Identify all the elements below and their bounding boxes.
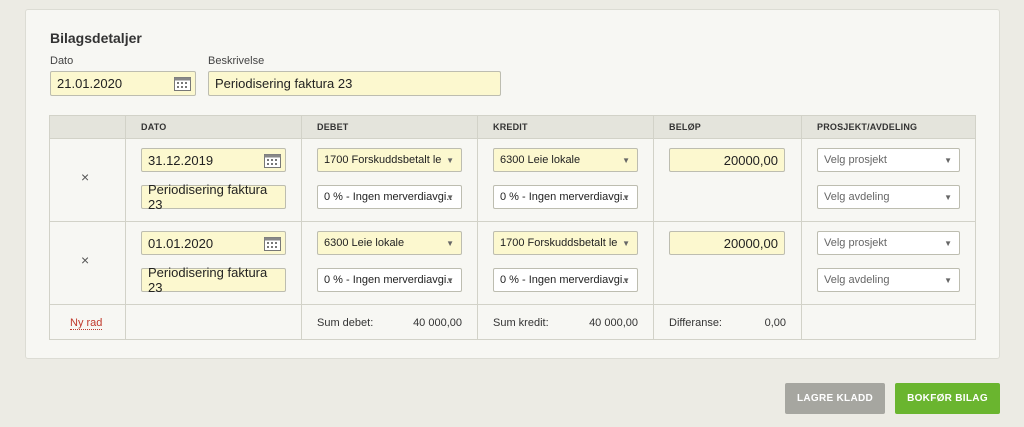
date-label: Dato	[50, 55, 74, 67]
table-header-row: DATO DEBET KREDIT BELØP PROSJEKT/AVDELIN…	[49, 115, 976, 139]
project-department-cell: Velg prosjekt ▼ Velg avdeling ▼	[801, 138, 976, 222]
debit-vat-select[interactable]: 0 % - Ingen merverdiavgi.. ▼	[317, 185, 462, 209]
calendar-icon[interactable]	[264, 153, 281, 168]
debit-vat-select[interactable]: 0 % - Ingen merverdiavgi.. ▼	[317, 268, 462, 292]
sum-credit-label: Sum kredit:	[493, 317, 549, 329]
dropdown-arrow-icon: ▼	[944, 193, 952, 202]
debit-vat-value: 0 % - Ingen merverdiavgi..	[324, 191, 453, 203]
dropdown-arrow-icon: ▼	[622, 276, 630, 285]
sum-credit-value: 40 000,00	[589, 317, 638, 329]
department-placeholder: Velg avdeling	[824, 274, 890, 286]
project-select[interactable]: Velg prosjekt ▼	[817, 231, 960, 255]
dropdown-arrow-icon: ▼	[446, 239, 454, 248]
new-row-link[interactable]: Ny rad	[70, 317, 103, 330]
remove-row-icon[interactable]: ×	[81, 252, 89, 268]
credit-account-value: 1700 Forskuddsbetalt le	[500, 237, 618, 249]
debit-account-select[interactable]: 1700 Forskuddsbetalt le ▼	[317, 148, 462, 172]
debit-cell: 6300 Leie lokale ▼ 0 % - Ingen merverdiav…	[301, 221, 478, 305]
dropdown-arrow-icon: ▼	[622, 193, 630, 202]
credit-vat-value: 0 % - Ingen merverdiavgi..	[500, 191, 629, 203]
sum-debit-value: 40 000,00	[413, 317, 462, 329]
credit-vat-select[interactable]: 0 % - Ingen merverdiavgi.. ▼	[493, 185, 638, 209]
sum-debit-label: Sum debet:	[317, 317, 374, 329]
line-date-field[interactable]: 01.01.2020	[141, 231, 286, 255]
department-select[interactable]: Velg avdeling ▼	[817, 268, 960, 292]
journal-lines-table: DATO DEBET KREDIT BELØP PROSJEKT/AVDELIN…	[49, 115, 976, 340]
amount-field[interactable]: 20000,00	[669, 148, 785, 172]
amount-cell: 20000,00	[653, 221, 802, 305]
amount-field[interactable]: 20000,00	[669, 231, 785, 255]
col-header-remove	[49, 115, 126, 139]
calendar-icon[interactable]	[174, 76, 191, 91]
line-description-field[interactable]: Periodisering faktura 23	[141, 182, 286, 212]
credit-cell: 6300 Leie lokale ▼ 0 % - Ingen merverdiav…	[477, 138, 654, 222]
debit-account-value: 6300 Leie lokale	[324, 237, 405, 249]
line-date-value: 31.12.2019	[148, 152, 214, 168]
section-title: Bilagsdetaljer	[50, 30, 142, 46]
table-footer-row: Ny rad Sum debet: 40 000,00 Sum kredit: …	[49, 304, 976, 340]
credit-account-select[interactable]: 6300 Leie lokale ▼	[493, 148, 638, 172]
department-placeholder: Velg avdeling	[824, 191, 890, 203]
date-cell: 01.01.2020 Periodisering faktura 23	[125, 221, 302, 305]
remove-cell: ×	[49, 138, 126, 222]
post-voucher-button[interactable]: BOKFØR BILAG	[895, 383, 1000, 414]
credit-account-value: 6300 Leie lokale	[500, 154, 581, 166]
remove-cell: ×	[49, 221, 126, 305]
description-value: Periodisering faktura 23	[215, 76, 353, 91]
project-select[interactable]: Velg prosjekt ▼	[817, 148, 960, 172]
dropdown-arrow-icon: ▼	[446, 156, 454, 165]
line-date-value: 01.01.2020	[148, 235, 214, 251]
sum-debit-cell: Sum debet: 40 000,00	[301, 304, 478, 340]
department-select[interactable]: Velg avdeling ▼	[817, 185, 960, 209]
date-cell: 31.12.2019 Periodisering faktura 23	[125, 138, 302, 222]
dropdown-arrow-icon: ▼	[622, 156, 630, 165]
line-description-field[interactable]: Periodisering faktura 23	[141, 265, 286, 295]
date-value: 21.01.2020	[57, 76, 123, 91]
dropdown-arrow-icon: ▼	[944, 239, 952, 248]
new-row-cell: Ny rad	[49, 304, 126, 340]
calendar-icon[interactable]	[264, 236, 281, 251]
sum-credit-cell: Sum kredit: 40 000,00	[477, 304, 654, 340]
table-row: × 01.01.2020 Periodisering faktura 23 63…	[49, 221, 976, 305]
difference-value: 0,00	[764, 317, 786, 329]
voucher-details-panel: Bilagsdetaljer Dato 21.01.2020 Beskrivel…	[25, 9, 1000, 359]
dropdown-arrow-icon: ▼	[446, 193, 454, 202]
dropdown-arrow-icon: ▼	[446, 276, 454, 285]
col-header-project-department: PROSJEKT/AVDELING	[801, 115, 976, 139]
credit-cell: 1700 Forskuddsbetalt le ▼ 0 % - Ingen mer…	[477, 221, 654, 305]
project-placeholder: Velg prosjekt	[824, 154, 887, 166]
line-date-field[interactable]: 31.12.2019	[141, 148, 286, 172]
description-label: Beskrivelse	[208, 55, 265, 67]
col-header-amount: BELØP	[653, 115, 802, 139]
difference-label: Differanse:	[669, 317, 722, 329]
project-department-cell: Velg prosjekt ▼ Velg avdeling ▼	[801, 221, 976, 305]
difference-cell: Differanse: 0,00	[653, 304, 802, 340]
description-field[interactable]: Periodisering faktura 23	[208, 71, 501, 96]
col-header-date: DATO	[125, 115, 302, 139]
amount-cell: 20000,00	[653, 138, 802, 222]
debit-cell: 1700 Forskuddsbetalt le ▼ 0 % - Ingen mer…	[301, 138, 478, 222]
date-field[interactable]: 21.01.2020	[50, 71, 196, 96]
debit-account-value: 1700 Forskuddsbetalt le	[324, 154, 442, 166]
empty-cell	[125, 304, 302, 340]
debit-vat-value: 0 % - Ingen merverdiavgi..	[324, 274, 453, 286]
credit-vat-select[interactable]: 0 % - Ingen merverdiavgi.. ▼	[493, 268, 638, 292]
empty-cell	[801, 304, 976, 340]
dropdown-arrow-icon: ▼	[944, 276, 952, 285]
dropdown-arrow-icon: ▼	[622, 239, 630, 248]
col-header-credit: KREDIT	[477, 115, 654, 139]
line-description-value: Periodisering faktura 23	[148, 265, 268, 295]
credit-vat-value: 0 % - Ingen merverdiavgi..	[500, 274, 629, 286]
debit-account-select[interactable]: 6300 Leie lokale ▼	[317, 231, 462, 255]
save-draft-button[interactable]: LAGRE KLADD	[785, 383, 885, 414]
line-description-value: Periodisering faktura 23	[148, 182, 268, 212]
table-row: × 31.12.2019 Periodisering faktura 23 17…	[49, 138, 976, 222]
credit-account-select[interactable]: 1700 Forskuddsbetalt le ▼	[493, 231, 638, 255]
remove-row-icon[interactable]: ×	[81, 169, 89, 185]
project-placeholder: Velg prosjekt	[824, 237, 887, 249]
col-header-debit: DEBET	[301, 115, 478, 139]
dropdown-arrow-icon: ▼	[944, 156, 952, 165]
